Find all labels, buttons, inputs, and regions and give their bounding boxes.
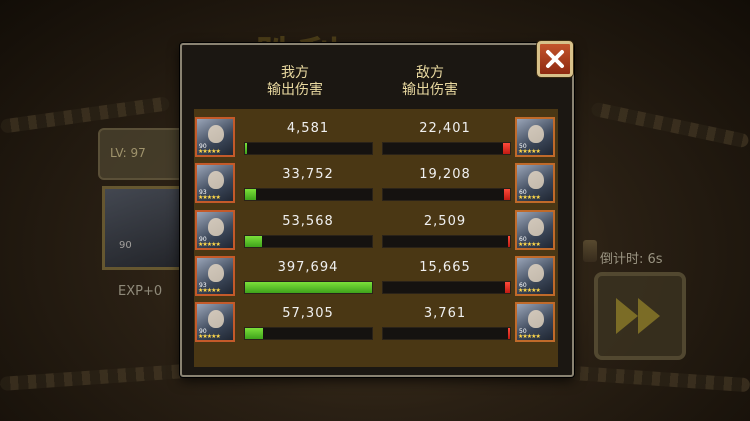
hero-face — [528, 125, 544, 143]
hero-face — [208, 218, 224, 236]
enemy-damage-label: 输出伤害 — [402, 82, 458, 98]
player-level-plate: LV: 97 — [98, 128, 190, 180]
star-rating-icon: ★★★★★ — [518, 241, 541, 248]
hourglass-icon — [583, 240, 597, 262]
hero-face — [208, 171, 224, 189]
hero-face — [208, 264, 224, 282]
enemy-damage-bar-fill — [505, 282, 510, 293]
star-rating-icon: ★★★★★ — [518, 148, 541, 155]
star-rating-icon: ★★★★★ — [198, 194, 221, 201]
enemy-damage-value: 3,761 — [423, 306, 467, 321]
our-hero-portrait[interactable]: 90 ★★★★★ — [195, 117, 235, 157]
our-damage-value: 33,752 — [282, 167, 334, 182]
our-damage-bar — [244, 188, 373, 201]
enemy-hero-portrait[interactable]: 60 ★★★★★ — [515, 210, 555, 250]
our-hero-portrait[interactable]: 90 ★★★★★ — [195, 302, 235, 342]
player-hero-level: 90 — [119, 240, 132, 251]
hero-face — [528, 264, 544, 282]
enemy-damage-bar — [382, 327, 511, 340]
countdown-text: 倒计时: 6s — [600, 252, 663, 267]
our-damage-bar — [244, 327, 373, 340]
player-hero-portrait: 90 — [102, 186, 186, 270]
our-damage-bar-fill — [245, 236, 263, 247]
player-level-text: LV: 97 — [110, 146, 146, 160]
enemy-hero-portrait[interactable]: 50 ★★★★★ — [515, 117, 555, 157]
enemy-damage-value: 19,208 — [419, 167, 471, 182]
our-hero-portrait[interactable]: 93 ★★★★★ — [195, 256, 235, 296]
our-hero-portrait[interactable]: 90 ★★★★★ — [195, 210, 235, 250]
enemy-damage-value: 15,665 — [419, 260, 471, 275]
enemy-hero-portrait[interactable]: 60 ★★★★★ — [515, 256, 555, 296]
our-damage-header: 我方 输出伤害 — [235, 65, 355, 99]
close-button[interactable] — [537, 41, 573, 77]
hero-face — [208, 125, 224, 143]
enemy-damage-value: 22,401 — [419, 121, 471, 136]
enemy-hero-portrait[interactable]: 50 ★★★★★ — [515, 302, 555, 342]
star-rating-icon: ★★★★★ — [518, 333, 541, 340]
enemy-side-label: 敌方 — [416, 65, 444, 81]
enemy-damage-bar-fill — [508, 328, 510, 339]
our-damage-bar-fill — [245, 328, 264, 339]
our-damage-bar — [244, 281, 373, 294]
our-damage-bar — [244, 142, 373, 155]
star-rating-icon: ★★★★★ — [518, 194, 541, 201]
star-rating-icon: ★★★★★ — [198, 333, 221, 340]
our-damage-bar-fill — [245, 189, 256, 200]
damage-row: 93 ★★★★★ 397,694 15,665 60 ★★★★★ — [194, 253, 558, 299]
our-damage-value: 397,694 — [277, 260, 339, 275]
our-damage-value: 4,581 — [286, 121, 330, 136]
hero-face — [208, 310, 224, 328]
our-side-label: 我方 — [281, 65, 309, 81]
star-rating-icon: ★★★★★ — [198, 148, 221, 155]
hero-face — [528, 310, 544, 328]
enemy-damage-bar — [382, 188, 511, 201]
damage-row: 93 ★★★★★ 33,752 19,208 60 ★★★★★ — [194, 160, 558, 206]
our-damage-value: 57,305 — [282, 306, 334, 321]
fast-forward-button[interactable] — [594, 272, 686, 360]
enemy-damage-bar — [382, 281, 511, 294]
damage-row: 90 ★★★★★ 53,568 2,509 60 ★★★★★ — [194, 207, 558, 253]
damage-row: 90 ★★★★★ 57,305 3,761 50 ★★★★★ — [194, 299, 558, 345]
star-rating-icon: ★★★★★ — [198, 287, 221, 294]
enemy-damage-header: 敌方 输出伤害 — [370, 65, 490, 99]
enemy-damage-bar-fill — [503, 189, 510, 200]
enemy-damage-bar — [382, 235, 511, 248]
enemy-damage-bar-fill — [508, 236, 510, 247]
close-icon — [546, 50, 564, 68]
damage-stats-dialog: 我方 输出伤害 敌方 输出伤害 90 ★★★★★ 4,581 22,401 50… — [180, 41, 574, 377]
our-damage-bar-fill — [245, 282, 372, 293]
fast-forward-icon — [616, 298, 638, 334]
fast-forward-icon — [638, 298, 660, 334]
enemy-hero-portrait[interactable]: 60 ★★★★★ — [515, 163, 555, 203]
hero-face — [528, 171, 544, 189]
our-damage-bar-fill — [245, 143, 247, 154]
exp-gain-text: EXP+0 — [118, 284, 163, 299]
hero-face — [528, 218, 544, 236]
enemy-damage-bar-fill — [502, 143, 510, 154]
our-damage-bar — [244, 235, 373, 248]
star-rating-icon: ★★★★★ — [198, 241, 221, 248]
star-rating-icon: ★★★★★ — [518, 287, 541, 294]
enemy-damage-value: 2,509 — [423, 214, 467, 229]
our-damage-value: 53,568 — [282, 214, 334, 229]
damage-row: 90 ★★★★★ 4,581 22,401 50 ★★★★★ — [194, 114, 558, 160]
enemy-damage-bar — [382, 142, 511, 155]
our-damage-label: 输出伤害 — [267, 82, 323, 98]
our-hero-portrait[interactable]: 93 ★★★★★ — [195, 163, 235, 203]
